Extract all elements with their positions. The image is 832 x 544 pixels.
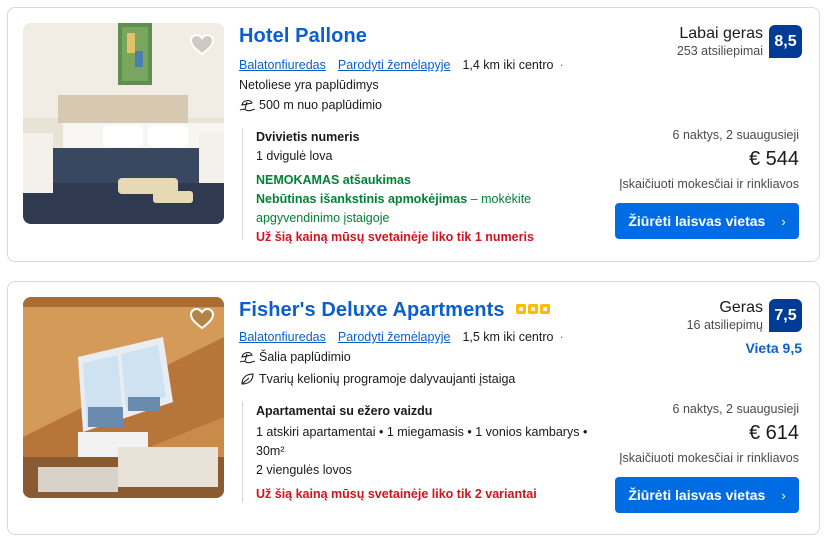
location-score: Vieta 9,5 xyxy=(745,340,802,356)
heart-icon[interactable] xyxy=(188,305,216,333)
score-badge: 8,5 xyxy=(769,25,802,58)
room-name: Apartamentai su ežero vaizdu xyxy=(256,404,433,418)
city-link[interactable]: Balatonfiuredas xyxy=(239,330,326,344)
price-block: 6 naktys, 2 suaugusieji € 614 Įskaičiuot… xyxy=(619,402,799,465)
show-on-map-link[interactable]: Parodyti žemėlapyje xyxy=(338,58,451,72)
stay-length: 6 naktys, 2 suaugusieji xyxy=(672,128,799,142)
chevron-right-icon: › xyxy=(781,487,786,503)
show-on-map-link[interactable]: Parodyti žemėlapyje xyxy=(338,330,451,344)
score-word: Geras xyxy=(719,299,763,316)
property-title[interactable]: Fisher's Deluxe Apartments xyxy=(239,299,551,322)
property-photo[interactable] xyxy=(23,297,224,498)
score-word: Labai geras xyxy=(679,25,763,42)
star-icon xyxy=(540,303,551,314)
beach-icon xyxy=(239,100,255,112)
city-link[interactable]: Balatonfiuredas xyxy=(239,58,326,72)
bed-details: 2 viengulės lovos xyxy=(256,463,352,477)
room-info: Dvivietis numeris 1 dvigulė lova NEMOKAM… xyxy=(242,128,602,244)
urgency-message: Už šią kainą mūsų svetainėje liko tik 2 … xyxy=(256,487,537,501)
property-title[interactable]: Hotel Pallone xyxy=(239,25,367,48)
star-icon xyxy=(516,303,527,314)
review-count: 253 atsiliepimai xyxy=(676,44,763,58)
urgency-message: Už šią kainą mūsų svetainėje liko tik 1 … xyxy=(256,230,534,244)
no-prepayment: Nebūtinas išankstinis apmokėjimas – mokė… xyxy=(256,192,532,225)
taxes-note: Įskaičiuoti mokesčiai ir rinkliavos xyxy=(619,177,799,191)
separator-dot: · xyxy=(559,330,564,344)
property-location: Balatonfiuredas Parodyti žemėlapyje 1,5 km… xyxy=(239,330,564,344)
review-count: 16 atsiliepimų xyxy=(686,318,763,332)
price: € 544 xyxy=(748,148,799,170)
review-score[interactable]: Labai geras 253 atsiliepimai 8,5 xyxy=(677,25,802,59)
property-location: Balatonfiuredas Parodyti žemėlapyje 1,4 km… xyxy=(239,58,564,72)
room-name: Dvivietis numeris xyxy=(256,130,360,144)
star-icon xyxy=(528,303,539,314)
feature-line: Netoliese yra paplūdimys xyxy=(239,78,379,92)
property-card: Hotel Pallone Balatonfiuredas Parodyti že… xyxy=(7,7,820,262)
beach-icon xyxy=(239,352,255,364)
star-rating xyxy=(516,303,551,314)
price-block: 6 naktys, 2 suaugusieji € 544 Įskaičiuot… xyxy=(619,128,799,191)
bed-details: 1 dvigulė lova xyxy=(256,149,333,163)
property-photo[interactable] xyxy=(23,23,224,224)
separator-dot: · xyxy=(559,58,564,72)
stay-length: 6 naktys, 2 suaugusieji xyxy=(672,402,799,416)
distance-text: 1,4 km iki centro xyxy=(462,58,554,72)
free-cancellation: NEMOKAMAS atšaukimas xyxy=(256,173,411,187)
room-info: Apartamentai su ežero vaizdu 1 atskiri a… xyxy=(242,402,602,502)
unit-details: 1 atskiri apartamentai • 1 miegamasis • … xyxy=(256,425,588,458)
distance-text: 1,5 km iki centro xyxy=(462,330,554,344)
heart-icon[interactable] xyxy=(188,31,216,59)
chevron-right-icon: › xyxy=(781,213,786,229)
see-availability-button[interactable]: Žiūrėti laisvas vietas › xyxy=(615,477,799,513)
price: € 614 xyxy=(748,422,799,444)
property-card: Fisher's Deluxe Apartments Balatonfiured… xyxy=(7,281,820,535)
review-score[interactable]: Geras 16 atsiliepimų 7,5 xyxy=(687,299,802,333)
see-availability-button[interactable]: Žiūrėti laisvas vietas › xyxy=(615,203,799,239)
beach-nearby: Šalia paplūdimio xyxy=(239,350,351,364)
taxes-note: Įskaičiuoti mokesčiai ir rinkliavos xyxy=(619,451,799,465)
leaf-icon xyxy=(241,373,254,385)
beach-distance: 500 m nuo paplūdimio xyxy=(239,98,382,112)
sustainability-badge: Tvarių kelionių programoje dalyvaujanti … xyxy=(239,372,515,386)
score-badge: 7,5 xyxy=(769,299,802,332)
